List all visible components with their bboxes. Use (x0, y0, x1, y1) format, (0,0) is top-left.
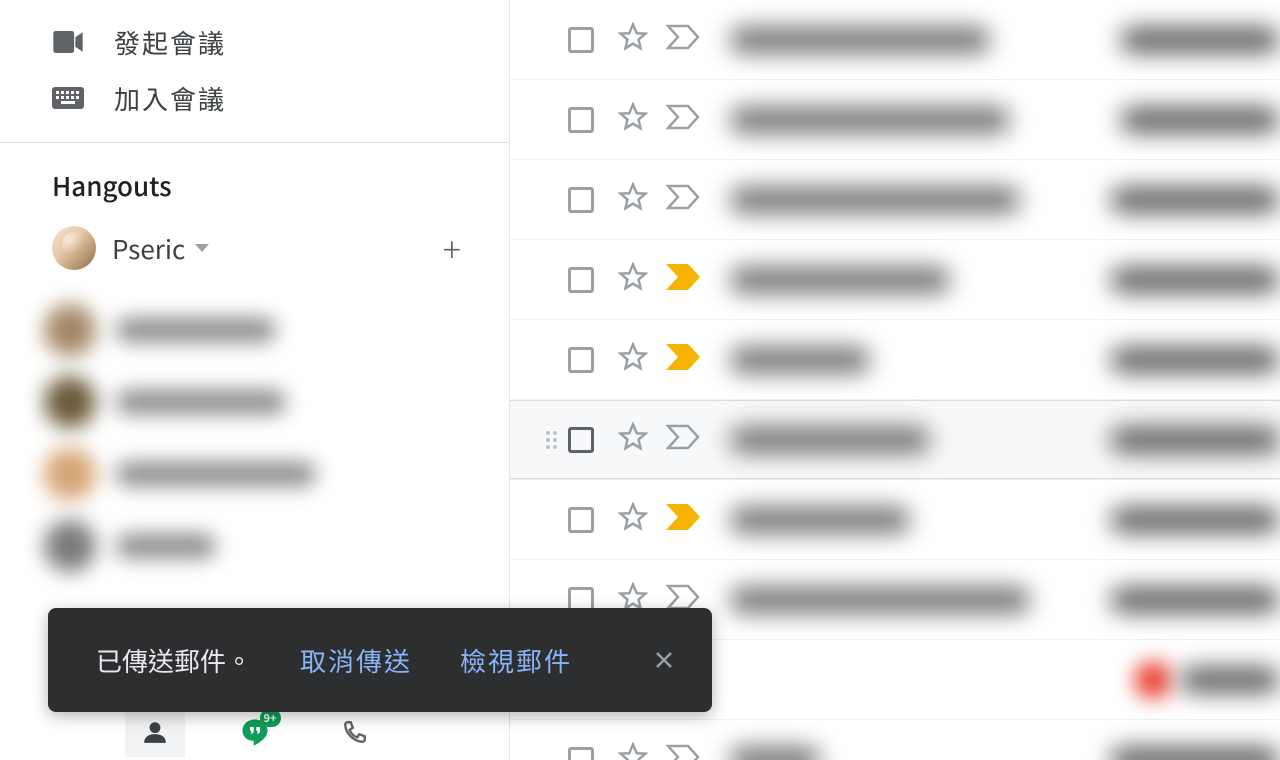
mail-sender (730, 267, 950, 293)
mail-sender (730, 347, 870, 373)
mail-row[interactable] (510, 160, 1280, 240)
video-icon (50, 24, 86, 60)
mail-row[interactable] (510, 400, 1280, 480)
select-checkbox[interactable] (568, 507, 594, 533)
star-icon[interactable] (618, 742, 648, 760)
mail-subject (1120, 107, 1280, 133)
star-icon[interactable] (618, 422, 648, 457)
importance-marker-icon[interactable] (666, 344, 700, 375)
importance-marker-icon[interactable] (666, 264, 700, 295)
tab-hangouts[interactable]: 9+ (225, 707, 285, 757)
mail-row[interactable] (510, 720, 1280, 760)
contact-name (116, 534, 216, 558)
contact-name (116, 462, 316, 486)
mail-sender (730, 427, 930, 453)
star-icon[interactable] (618, 182, 648, 217)
mail-sender (730, 187, 1020, 213)
select-checkbox[interactable] (568, 347, 594, 373)
label-dot (1134, 661, 1172, 699)
toast-message: 已傳送郵件。 (96, 642, 252, 679)
mail-sender (730, 107, 1010, 133)
importance-marker-icon[interactable] (666, 24, 700, 55)
mail-sender (730, 507, 910, 533)
hangouts-contact[interactable] (44, 294, 509, 366)
contact-avatar (44, 520, 96, 572)
mail-sender (730, 747, 820, 760)
mail-subject (1110, 187, 1280, 213)
chevron-down-icon (195, 244, 209, 252)
mail-subject (1110, 747, 1280, 760)
meet-start-label: 發起會議 (114, 24, 226, 61)
contact-name (116, 318, 276, 342)
select-checkbox[interactable] (568, 267, 594, 293)
select-checkbox[interactable] (568, 27, 594, 53)
contact-avatar (44, 448, 96, 500)
mail-row[interactable] (510, 320, 1280, 400)
select-checkbox[interactable] (568, 187, 594, 213)
keyboard-icon (50, 80, 86, 116)
mail-subject (1110, 347, 1280, 373)
new-conversation-button[interactable]: + (443, 231, 461, 265)
contact-name (116, 390, 286, 414)
mail-subject (1110, 427, 1280, 453)
tab-calls[interactable] (325, 707, 385, 757)
hangouts-contact[interactable] (44, 438, 509, 510)
hangouts-contact[interactable] (44, 366, 509, 438)
contact-avatar (44, 376, 96, 428)
mail-sender (730, 27, 990, 53)
importance-marker-icon[interactable] (666, 424, 700, 455)
select-checkbox[interactable] (568, 107, 594, 133)
meet-join-label: 加入會議 (114, 80, 226, 117)
mail-sender (730, 587, 1030, 613)
mail-subject (1120, 27, 1280, 53)
drag-handle-icon[interactable] (546, 431, 562, 449)
hangouts-title: Hangouts (52, 167, 461, 204)
close-toast-button[interactable] (644, 640, 684, 680)
star-icon[interactable] (618, 102, 648, 137)
sent-toast: 已傳送郵件。 取消傳送 檢視郵件 (48, 608, 712, 712)
star-icon[interactable] (618, 22, 648, 57)
mail-row[interactable] (510, 80, 1280, 160)
hangouts-user[interactable]: Pseric (52, 226, 209, 270)
mail-row[interactable] (510, 480, 1280, 560)
importance-marker-icon[interactable] (666, 104, 700, 135)
mail-row[interactable] (510, 0, 1280, 80)
importance-marker-icon[interactable] (666, 744, 700, 760)
hangouts-username: Pseric (112, 230, 185, 267)
mail-row[interactable] (510, 240, 1280, 320)
mail-subject (1110, 507, 1280, 533)
avatar (52, 226, 96, 270)
undo-send-button[interactable]: 取消傳送 (300, 642, 412, 679)
select-checkbox[interactable] (568, 427, 594, 453)
tab-contacts[interactable] (125, 707, 185, 757)
contact-avatar (44, 304, 96, 356)
hangouts-contact[interactable] (44, 510, 509, 582)
mail-subject (1180, 667, 1280, 693)
mail-subject (1110, 267, 1280, 293)
importance-marker-icon[interactable] (666, 504, 700, 535)
meet-start-meeting[interactable]: 發起會議 (0, 14, 509, 70)
hangouts-contact-list (0, 294, 509, 582)
meet-join-meeting[interactable]: 加入會議 (0, 70, 509, 126)
star-icon[interactable] (618, 342, 648, 377)
mail-subject (1110, 587, 1280, 613)
importance-marker-icon[interactable] (666, 184, 700, 215)
hangouts-bottom-tabs: 9+ (0, 704, 509, 760)
select-checkbox[interactable] (568, 747, 594, 760)
star-icon[interactable] (618, 262, 648, 297)
view-message-button[interactable]: 檢視郵件 (460, 642, 572, 679)
star-icon[interactable] (618, 502, 648, 537)
